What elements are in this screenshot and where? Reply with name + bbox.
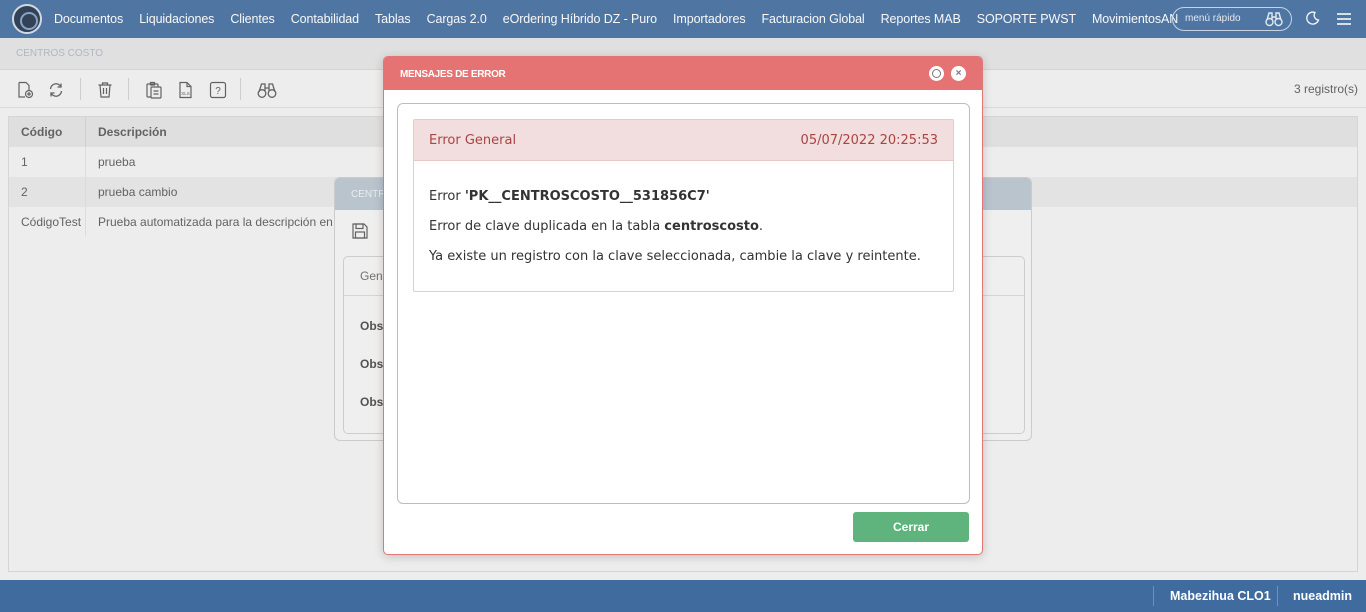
error-card-header: Error General 05/07/2022 20:25:53	[414, 120, 953, 161]
error-line-prefix: Error	[429, 189, 465, 204]
error-line-key: Error 'PK__CENTROSCOSTO__531856C7'	[429, 189, 710, 204]
error-messages-modal: MENSAJES DE ERROR × Error General 05/07/…	[383, 56, 983, 555]
close-button[interactable]: Cerrar	[853, 512, 969, 542]
error-line-suffix: .	[758, 219, 764, 234]
error-kind: Error General	[429, 133, 517, 148]
footer-divider	[1277, 586, 1278, 606]
error-constraint-name: 'PK__CENTROSCOSTO__531856C7'	[464, 189, 710, 204]
status-footer: Mabezihua CLO1 nueadmin	[0, 580, 1366, 612]
footer-user[interactable]: nueadmin	[1293, 589, 1352, 603]
error-modal-body: Error General 05/07/2022 20:25:53 Error …	[397, 103, 970, 504]
error-timestamp: 05/07/2022 20:25:53	[800, 133, 938, 148]
error-line-table: Error de clave duplicada en la tabla cen…	[429, 219, 763, 234]
error-modal-header: MENSAJES DE ERROR ×	[384, 57, 982, 90]
error-card: Error General 05/07/2022 20:25:53 Error …	[413, 119, 954, 292]
error-modal-title: MENSAJES DE ERROR	[400, 69, 506, 80]
close-icon[interactable]: ×	[951, 66, 966, 81]
footer-company: Mabezihua CLO1	[1170, 589, 1271, 603]
error-line-text: Error de clave duplicada en la tabla	[429, 219, 665, 234]
footer-divider	[1153, 586, 1154, 606]
maximize-icon[interactable]	[929, 66, 944, 81]
error-table-name: centroscosto	[664, 219, 759, 234]
error-line-hint: Ya existe un registro con la clave selec…	[429, 249, 921, 264]
